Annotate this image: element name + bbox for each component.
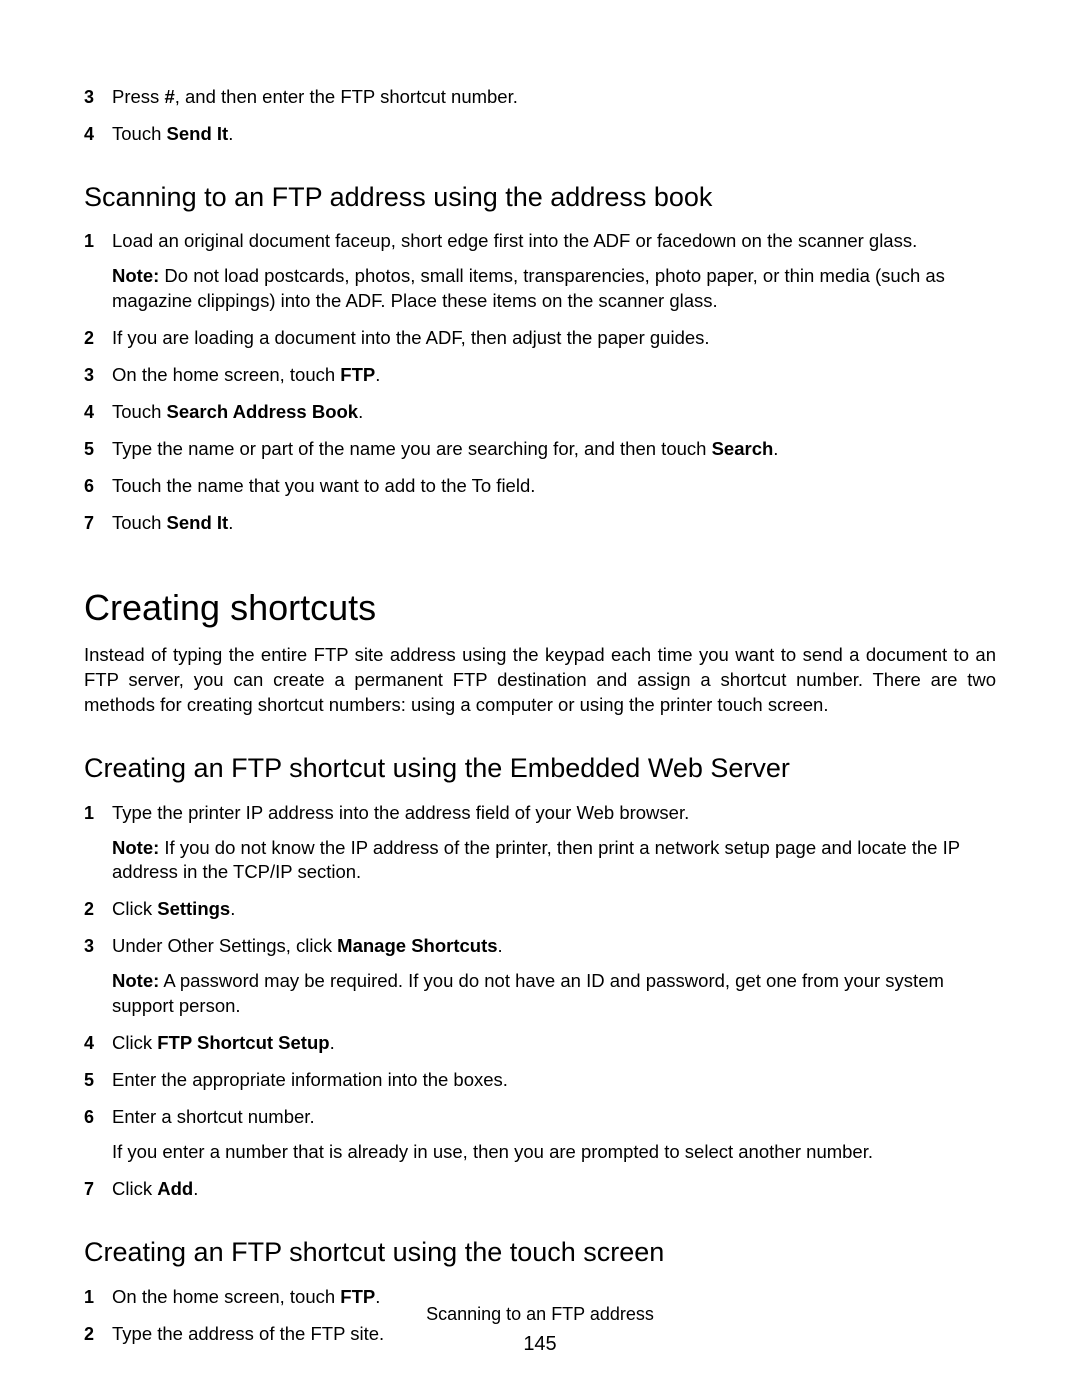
subheading-address-book: Scanning to an FTP address using the add… xyxy=(84,181,996,213)
step-text: Under Other Settings, click Manage Short… xyxy=(112,934,996,959)
step-number: 2 xyxy=(84,897,94,921)
step-item: 3 Under Other Settings, click Manage Shor… xyxy=(84,934,996,1019)
step-list-address-book: 1 Load an original document faceup, short… xyxy=(84,229,996,536)
step-text: Click Add. xyxy=(112,1177,996,1202)
step-text: On the home screen, touch FTP. xyxy=(112,363,996,388)
step-number: 4 xyxy=(84,1031,94,1055)
section-intro: Instead of typing the entire FTP site ad… xyxy=(84,643,996,718)
step-item: 5 Type the name or part of the name you a… xyxy=(84,437,996,462)
step-list-ews: 1 Type the printer IP address into the ad… xyxy=(84,801,996,1203)
step-text: If you are loading a document into the A… xyxy=(112,326,996,351)
step-number: 5 xyxy=(84,1068,94,1092)
step-number: 6 xyxy=(84,1105,94,1129)
step-text: Enter a shortcut number. xyxy=(112,1105,996,1130)
step-item: 1 Type the printer IP address into the ad… xyxy=(84,801,996,886)
step-list-top: 3 Press #, and then enter the FTP shortcu… xyxy=(84,85,996,147)
step-text: Press #, and then enter the FTP shortcut… xyxy=(112,85,996,110)
step-number: 7 xyxy=(84,511,94,535)
step-item: 6 Touch the name that you want to add to … xyxy=(84,474,996,499)
step-item: 4 Touch Send It. xyxy=(84,122,996,147)
step-text: Click FTP Shortcut Setup. xyxy=(112,1031,996,1056)
step-item: 4 Touch Search Address Book. xyxy=(84,400,996,425)
step-item: 1 Load an original document faceup, short… xyxy=(84,229,996,314)
step-text: Type the name or part of the name you ar… xyxy=(112,437,996,462)
step-item: 6 Enter a shortcut number. If you enter a … xyxy=(84,1105,996,1165)
step-number: 6 xyxy=(84,474,94,498)
step-number: 3 xyxy=(84,363,94,387)
step-item: 7 Click Add. xyxy=(84,1177,996,1202)
step-number: 2 xyxy=(84,326,94,350)
step-text: Load an original document faceup, short … xyxy=(112,229,996,254)
step-number: 3 xyxy=(84,85,94,109)
step-text: Click Settings. xyxy=(112,897,996,922)
step-item: 3 Press #, and then enter the FTP shortcu… xyxy=(84,85,996,110)
step-item: 4 Click FTP Shortcut Setup. xyxy=(84,1031,996,1056)
step-note: If you enter a number that is already in… xyxy=(112,1140,996,1165)
step-number: 3 xyxy=(84,934,94,958)
step-number: 7 xyxy=(84,1177,94,1201)
step-text: Type the printer IP address into the add… xyxy=(112,801,996,826)
step-text: Touch Search Address Book. xyxy=(112,400,996,425)
step-item: 3 On the home screen, touch FTP. xyxy=(84,363,996,388)
step-number: 1 xyxy=(84,229,94,253)
subheading-embedded-web-server: Creating an FTP shortcut using the Embed… xyxy=(84,752,996,784)
step-item: 2 If you are loading a document into the … xyxy=(84,326,996,351)
footer-page-number: 145 xyxy=(0,1333,1080,1356)
step-text: Enter the appropriate information into t… xyxy=(112,1068,996,1093)
step-note: Note: Do not load postcards, photos, sma… xyxy=(112,264,996,314)
step-item: 2 Click Settings. xyxy=(84,897,996,922)
step-number: 5 xyxy=(84,437,94,461)
step-number: 4 xyxy=(84,400,94,424)
step-number: 1 xyxy=(84,801,94,825)
step-text: Touch Send It. xyxy=(112,122,996,147)
page-footer: Scanning to an FTP address 145 xyxy=(0,1304,1080,1356)
document-page: 3 Press #, and then enter the FTP shortcu… xyxy=(0,0,1080,1398)
step-item: 7 Touch Send It. xyxy=(84,511,996,536)
subheading-touch-screen: Creating an FTP shortcut using the touch… xyxy=(84,1236,996,1268)
step-note: Note: A password may be required. If you… xyxy=(112,969,996,1019)
footer-section-title: Scanning to an FTP address xyxy=(0,1304,1080,1325)
step-item: 5 Enter the appropriate information into … xyxy=(84,1068,996,1093)
step-text: Touch Send It. xyxy=(112,511,996,536)
step-note: Note: If you do not know the IP address … xyxy=(112,836,996,886)
section-heading-creating-shortcuts: Creating shortcuts xyxy=(84,586,996,629)
step-number: 4 xyxy=(84,122,94,146)
step-text: Touch the name that you want to add to t… xyxy=(112,474,996,499)
